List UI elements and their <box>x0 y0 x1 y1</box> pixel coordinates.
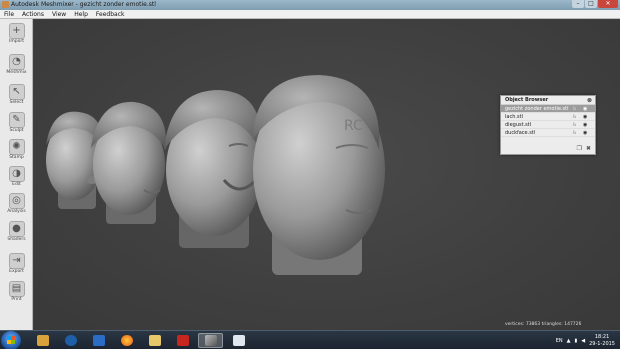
tool-label: Stamp <box>9 155 24 160</box>
select-icon: ↖ <box>8 84 25 100</box>
taskbar-app-outlook[interactable] <box>86 333 111 348</box>
lock-icon[interactable]: ♘ <box>572 114 578 120</box>
sculpt-icon: ✎ <box>8 112 25 128</box>
window-controls: – □ ✕ <box>571 0 618 9</box>
tool-label: Export <box>9 269 24 274</box>
object-name: diegust.stl <box>505 122 532 128</box>
head-mesh-gezicht-zonder-emotie[interactable]: RC <box>252 75 385 275</box>
taskbar: EN ▲ ▮ ◀ 18:21 29-1-2015 <box>0 330 620 349</box>
eye-icon[interactable]: ◉ <box>583 106 590 112</box>
menu-file[interactable]: File <box>0 10 18 18</box>
menu-bar: File Actions View Help Feedback <box>0 10 620 19</box>
windows-logo-icon <box>7 336 15 344</box>
eye-icon[interactable]: ◉ <box>583 114 590 120</box>
stamp-icon: ✺ <box>8 139 25 155</box>
edit-icon: ◑ <box>8 166 25 182</box>
object-name: gezicht zonder emotie.stl <box>505 106 569 112</box>
object-browser-actions: ❐ ✖ <box>577 145 591 152</box>
start-button[interactable] <box>1 331 21 349</box>
network-icon[interactable]: ▮ <box>574 338 577 344</box>
close-button[interactable]: ✕ <box>598 0 618 8</box>
taskbar-app-meshmixer[interactable] <box>198 333 223 348</box>
object-row[interactable]: lach.stl ♘ ◉ <box>501 113 595 121</box>
window-title: Autodesk Meshmixer - gezicht zonder emot… <box>11 1 156 8</box>
outlook-icon <box>92 335 105 346</box>
taskbar-app-hp[interactable] <box>58 333 83 348</box>
tray-arrow-icon[interactable]: ▲ <box>567 338 571 344</box>
tool-label: Import <box>9 39 24 44</box>
minimize-button[interactable]: – <box>572 0 584 8</box>
tool-label: Select <box>9 100 24 105</box>
maximize-button[interactable]: □ <box>585 0 597 8</box>
eye-icon[interactable]: ◉ <box>583 122 590 128</box>
close-icon[interactable]: ⊗ <box>587 96 592 105</box>
tool-label: Analysis <box>7 209 26 214</box>
menu-actions[interactable]: Actions <box>18 10 48 18</box>
folder-icon <box>148 335 161 346</box>
firefox-icon <box>120 335 133 346</box>
lock-icon[interactable]: ♘ <box>572 130 578 136</box>
hp-icon <box>64 335 77 346</box>
analysis-icon: ◎ <box>8 193 25 209</box>
tool-shaders[interactable]: ● Shaders <box>1 219 32 255</box>
app-icon <box>2 1 9 8</box>
shaders-icon: ● <box>8 221 25 237</box>
clock-time: 18:21 <box>594 333 610 340</box>
language-indicator[interactable]: EN <box>556 338 563 344</box>
lock-icon[interactable]: ♘ <box>572 106 578 112</box>
acrobat-icon <box>176 335 189 346</box>
object-row[interactable]: diegust.stl ♘ ◉ <box>501 121 595 129</box>
export-icon: ⇥ <box>8 253 25 269</box>
media-player-icon <box>36 335 49 346</box>
head-mesh-diegust[interactable] <box>91 101 167 224</box>
tool-sidebar: + Import ◔ Meshmix ↖ Select ✎ Sculpt ✺ Stamp … <box>0 19 33 330</box>
taskbar-app-acrobat[interactable] <box>170 333 195 348</box>
tool-label: Meshmix <box>6 70 27 75</box>
object-row[interactable]: duckface.stl ♘ ◉ <box>501 129 595 137</box>
object-browser-title: Object Browser <box>505 97 549 103</box>
svg-text:RC: RC <box>344 118 363 134</box>
object-name: duckface.stl <box>505 130 536 136</box>
head-mesh-lach[interactable] <box>164 90 262 248</box>
taskbar-app-notepad[interactable] <box>226 333 251 348</box>
object-name: lach.stl <box>505 114 523 120</box>
print-icon: ▤ <box>8 281 25 297</box>
mesh-scene: RC <box>46 75 385 275</box>
eye-icon[interactable]: ◉ <box>583 130 590 136</box>
object-browser-header: Object Browser ⊗ <box>501 96 595 105</box>
object-browser-panel: Object Browser ⊗ gezicht zonder emotie.s… <box>500 95 596 155</box>
volume-icon[interactable]: ◀ <box>581 338 585 344</box>
tool-label: Shaders <box>7 237 26 242</box>
taskbar-app-firefox[interactable] <box>114 333 139 348</box>
meshmixer-icon <box>204 335 217 346</box>
tool-label: Sculpt <box>9 128 24 133</box>
clock-date: 29-1-2015 <box>589 340 615 347</box>
meshmix-icon: ◔ <box>8 54 25 70</box>
plus-icon: + <box>8 23 25 39</box>
lock-icon[interactable]: ♘ <box>572 122 578 128</box>
taskbar-app-media-player[interactable] <box>30 333 55 348</box>
tool-label: Edit <box>12 182 21 187</box>
3d-viewport[interactable]: RC <box>34 20 620 330</box>
notepad-icon <box>232 335 245 346</box>
clock[interactable]: 18:21 29-1-2015 <box>589 334 615 348</box>
menu-view[interactable]: View <box>48 10 70 18</box>
duplicate-icon[interactable]: ❐ <box>577 145 582 152</box>
menu-help[interactable]: Help <box>70 10 92 18</box>
mesh-stats: vertices: 73863 triangles: 147726 <box>505 322 582 327</box>
trash-icon[interactable]: ✖ <box>586 145 591 152</box>
tool-label: Print <box>11 297 22 302</box>
menu-feedback[interactable]: Feedback <box>92 10 129 18</box>
tool-print[interactable]: ▤ Print <box>1 279 32 315</box>
title-bar: Autodesk Meshmixer - gezicht zonder emot… <box>0 0 620 10</box>
object-row[interactable]: gezicht zonder emotie.stl ♘ ◉ <box>501 105 595 113</box>
taskbar-app-explorer[interactable] <box>142 333 167 348</box>
system-tray: EN ▲ ▮ ◀ 18:21 29-1-2015 <box>556 331 615 349</box>
